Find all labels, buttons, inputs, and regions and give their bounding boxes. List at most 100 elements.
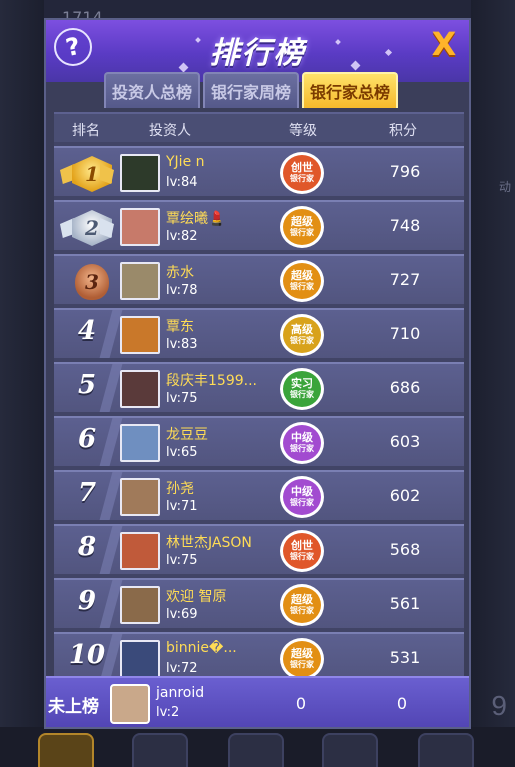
tab-investor-total[interactable]: 投资人总榜 [104, 72, 201, 108]
player-name: 覃绘曦💄 [166, 211, 226, 227]
avatar[interactable] [120, 154, 160, 192]
player-score: 796 [389, 162, 421, 181]
grade-badge-icon: 超级 银行家 [280, 260, 324, 302]
grade-badge-top: 超级 [291, 593, 313, 606]
grade-badge-icon: 中级 银行家 [280, 476, 324, 518]
dock-banker-icon[interactable] [38, 733, 94, 767]
medal-icon: 3 [75, 264, 109, 300]
player-name: 孙尧 [166, 481, 194, 497]
table-header: 排名 投资人 等级 积分 [54, 112, 464, 142]
avatar[interactable] [120, 208, 160, 246]
grade-badge-top: 创世 [291, 161, 313, 174]
player-score: 727 [389, 270, 421, 289]
player-name: 林世杰JASON [166, 535, 252, 551]
rank-medal-icon: 3 [60, 262, 114, 300]
player-score: 561 [389, 594, 421, 613]
avatar[interactable] [120, 478, 160, 516]
tab-bar: 投资人总榜 银行家周榜 银行家总榜 [104, 72, 399, 108]
player-level: lv:65 [166, 445, 198, 460]
self-avatar[interactable] [110, 684, 150, 724]
grade-badge-icon: 高级 银行家 [280, 314, 324, 356]
player-score: 531 [389, 648, 421, 667]
medal-wing-icon [60, 218, 74, 238]
player-level: lv:83 [166, 337, 198, 352]
dock-notes-icon[interactable] [132, 733, 188, 767]
grade-badge-bottom: 银行家 [290, 444, 314, 453]
grade-badge-top: 超级 [291, 269, 313, 282]
table-row[interactable]: 8 林世杰JASON lv:75 创世 银行家 568 [54, 524, 464, 574]
grade-badge-bottom: 银行家 [290, 498, 314, 507]
grade-badge-icon: 超级 银行家 [280, 584, 324, 626]
avatar[interactable] [120, 532, 160, 570]
grade-badge-top: 超级 [291, 215, 313, 228]
grade-badge-icon: 创世 银行家 [280, 152, 324, 194]
grade-badge-bottom: 银行家 [290, 606, 314, 615]
player-name: YJie n [166, 154, 205, 170]
table-row[interactable]: 4 覃东 lv:83 高级 银行家 710 [54, 308, 464, 358]
self-score: 0 [396, 694, 408, 713]
background-left-panel [0, 0, 44, 767]
avatar[interactable] [120, 640, 160, 678]
bottom-dock [0, 727, 515, 767]
avatar[interactable] [120, 424, 160, 462]
dock-list-icon[interactable] [228, 733, 284, 767]
grade-badge-icon: 实习 银行家 [280, 368, 324, 410]
header-score: 积分 [389, 123, 417, 139]
table-row[interactable]: 5 段庆丰1599... lv:75 实习 银行家 686 [54, 362, 464, 412]
grade-badge-top: 高级 [291, 323, 313, 336]
background-right-number: 9 [491, 690, 507, 721]
grade-badge-icon: 超级 银行家 [280, 206, 324, 248]
dock-cart-icon[interactable] [418, 733, 474, 767]
avatar[interactable] [120, 262, 160, 300]
table-row[interactable]: 1 YJie n lv:84 创世 银行家 796 [54, 146, 464, 196]
player-name: 赤水 [166, 265, 194, 281]
player-level: lv:72 [166, 661, 198, 676]
player-level: lv:75 [166, 553, 198, 568]
self-rank-row[interactable]: 未上榜 janroid lv:2 0 0 [46, 676, 469, 727]
player-name: 欢迎 智原 [166, 589, 227, 605]
table-row[interactable]: 6 龙豆豆 lv:65 中级 银行家 603 [54, 416, 464, 466]
page-title: 排行榜 [209, 36, 306, 71]
player-score: 710 [389, 324, 421, 343]
grade-badge-top: 超级 [291, 647, 313, 660]
avatar[interactable] [120, 316, 160, 354]
grade-badge-bottom: 银行家 [290, 336, 314, 345]
table-row[interactable]: 10 binnie�... lv:72 超级 银行家 531 [54, 632, 464, 682]
unranked-label: 未上榜 [48, 697, 99, 717]
grade-badge-icon: 中级 银行家 [280, 422, 324, 464]
player-level: lv:71 [166, 499, 198, 514]
grade-badge-top: 中级 [291, 485, 313, 498]
player-level: lv:78 [166, 283, 198, 298]
close-button[interactable]: X [429, 28, 459, 60]
grade-badge-bottom: 银行家 [290, 660, 314, 669]
player-name: 段庆丰1599... [166, 373, 257, 389]
player-score: 748 [389, 216, 421, 235]
table-row[interactable]: 3 赤水 lv:78 超级 银行家 727 [54, 254, 464, 304]
rank-medal-icon: 2 [60, 208, 114, 246]
player-level: lv:84 [166, 175, 198, 190]
tab-banker-total[interactable]: 银行家总榜 [302, 72, 399, 108]
grade-badge-top: 创世 [291, 539, 313, 552]
grade-badge-top: 实习 [291, 377, 313, 390]
header-rank: 排名 [72, 123, 100, 139]
grade-badge-bottom: 银行家 [290, 390, 314, 399]
table-row[interactable]: 9 欢迎 智原 lv:69 超级 银行家 561 [54, 578, 464, 628]
player-level: lv:75 [166, 391, 198, 406]
dock-hat-icon[interactable] [322, 733, 378, 767]
self-level: lv:2 [156, 705, 180, 720]
player-score: 602 [389, 486, 421, 505]
self-name: janroid [156, 685, 205, 701]
avatar[interactable] [120, 586, 160, 624]
ranking-table[interactable]: 排名 投资人 等级 积分 1 YJie n lv:84 创世 银行家 796 2… [54, 112, 464, 682]
header-investor: 投资人 [149, 123, 191, 139]
avatar[interactable] [120, 370, 160, 408]
grade-badge-icon: 超级 银行家 [280, 638, 324, 680]
table-row[interactable]: 2 覃绘曦💄 lv:82 超级 银行家 748 [54, 200, 464, 250]
self-grade: 0 [295, 694, 307, 713]
player-level: lv:82 [166, 229, 198, 244]
table-row[interactable]: 7 孙尧 lv:71 中级 银行家 602 [54, 470, 464, 520]
tab-banker-weekly[interactable]: 银行家周榜 [203, 72, 300, 108]
grade-badge-icon: 创世 银行家 [280, 530, 324, 572]
player-score: 686 [389, 378, 421, 397]
background-right-text: 动 [498, 180, 511, 194]
